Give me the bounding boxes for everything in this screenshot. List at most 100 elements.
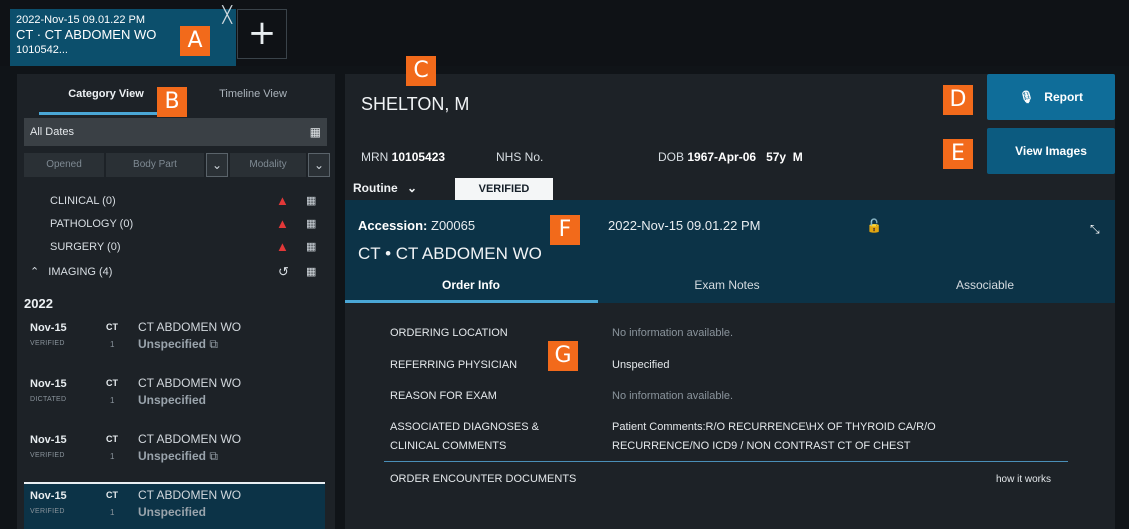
info-label-ordering-location: ORDERING LOCATION (390, 327, 508, 339)
category-label: PATHOLOGY (0) (50, 218, 134, 230)
date-filter-label: All Dates (30, 126, 75, 138)
year-heading: 2022 (24, 296, 53, 311)
report-button-label: Report (1044, 90, 1083, 104)
accession: Accession: Z00065 (358, 218, 476, 233)
calendar-icon[interactable]: ▦ (306, 237, 316, 257)
tab-associable[interactable]: Associable (885, 278, 1085, 292)
date-filter-select[interactable]: All Dates ▦ (24, 118, 327, 146)
filter-row: Opened Body Part ⌄ Modality ⌄ (24, 153, 330, 177)
calendar-icon[interactable]: ▦ (310, 118, 321, 146)
report-button[interactable]: 🎙 Report (987, 74, 1115, 120)
exam-description: CT ABDOMEN WO (138, 376, 242, 390)
priority-select[interactable]: Routine ⌄ (345, 177, 455, 199)
close-icon[interactable]: ╳ (222, 8, 232, 24)
exam-description: CT ABDOMEN WO (138, 432, 242, 446)
info-value-referring-physician: Unspecified (612, 359, 670, 371)
exam-modality: CT (106, 322, 118, 332)
category-label: CLINICAL (0) (50, 195, 116, 207)
calendar-icon[interactable]: ▦ (306, 191, 316, 211)
exam-date: Nov-15 (30, 434, 67, 446)
exam-status: DICTATED (30, 396, 67, 403)
exam-modality: CT (106, 378, 118, 388)
link-icon: ⧉ (209, 337, 218, 351)
exam-date: Nov-15 (30, 490, 67, 502)
category-label: IMAGING (4) (48, 266, 113, 278)
warning-icon: ▲ (276, 216, 289, 231)
divider (384, 461, 1068, 462)
exam-list-item-selected[interactable]: Nov-15 VERIFIED CT 1 CT ABDOMEN WO Unspe… (24, 482, 325, 529)
chevron-down-icon: ⌄ (407, 181, 418, 195)
exam-status: VERIFIED (30, 452, 65, 459)
exam-count: 1 (110, 340, 115, 349)
exam-body-part: Unspecified (138, 505, 207, 519)
exam-description: CT ABDOMEN WO (138, 488, 242, 502)
info-value-ordering-location: No information available. (612, 327, 734, 339)
order-datetime: 2022-Nov-15 09.01.22 PM (608, 218, 761, 233)
exam-tab-timestamp: 2022-Nov-15 09.01.22 PM (16, 14, 146, 26)
exam-description: CT ABDOMEN WO (138, 320, 242, 334)
calendar-icon[interactable]: ▦ (306, 214, 316, 234)
filter-modality[interactable]: Modality (230, 153, 306, 177)
exam-body-part: Unspecified ⧉ (138, 337, 218, 351)
info-label-diagnoses: ASSOCIATED DIAGNOSES & (390, 421, 539, 433)
exam-list-item[interactable]: Nov-15 VERIFIED CT 1 CT ABDOMEN WO Unspe… (24, 428, 325, 480)
link-icon: ⧉ (209, 449, 218, 463)
category-pathology[interactable]: PATHOLOGY (0) ▲ ▦ (50, 214, 320, 234)
chevron-down-icon[interactable]: ⌄ (206, 153, 228, 177)
exam-count: 1 (110, 508, 115, 517)
tab-order-info[interactable]: Order Info (371, 278, 571, 292)
add-tab-icon[interactable]: + (237, 9, 287, 59)
marker-b: B (157, 87, 187, 117)
patient-dob: DOB 1967-Apr-06 57y M (658, 150, 803, 164)
tab-active-indicator (345, 300, 598, 303)
status-badge: VERIFIED (455, 178, 553, 200)
info-label-referring-physician: REFERRING PHYSICIAN (390, 359, 518, 371)
marker-d: D (943, 85, 973, 115)
tab-exam-notes[interactable]: Exam Notes (627, 278, 827, 292)
filter-opened[interactable]: Opened (24, 153, 104, 177)
how-it-works-link[interactable]: how it works (996, 474, 1051, 485)
marker-a: A (180, 26, 210, 56)
exam-list-item[interactable]: Nov-15 VERIFIED CT 1 CT ABDOMEN WO Unspe… (24, 316, 325, 368)
category-imaging[interactable]: ⌃ IMAGING (4) ↺ ▦ (30, 262, 320, 282)
tab-category-view[interactable]: Category View (39, 88, 173, 100)
warning-icon: ▲ (276, 193, 289, 208)
tab-timeline-view[interactable]: Timeline View (193, 88, 313, 100)
category-label: SURGERY (0) (50, 241, 121, 253)
patient-mrn: MRN 10105423 (361, 150, 446, 164)
exam-status: VERIFIED (30, 508, 65, 515)
calendar-icon[interactable]: ▦ (306, 262, 316, 282)
exam-body-part: Unspecified (138, 393, 207, 407)
info-label-encounter-docs: ORDER ENCOUNTER DOCUMENTS (390, 473, 577, 485)
marker-g: G (548, 341, 578, 371)
exam-list-item[interactable]: Nov-15 DICTATED CT 1 CT ABDOMEN WO Unspe… (24, 372, 325, 424)
unlock-icon[interactable]: 🔓 (866, 218, 882, 234)
exam-modality: CT (106, 490, 118, 500)
patient-name: SHELTON, M (361, 94, 470, 114)
exam-body-part: Unspecified ⧉ (138, 449, 218, 463)
exam-status: VERIFIED (30, 340, 65, 347)
info-value-diagnoses: Patient Comments:R/O RECURRENCE\HX OF TH… (612, 421, 936, 433)
procedure-title: CT • CT ABDOMEN WO (358, 244, 542, 263)
collapse-icon[interactable]: ⤡ (1090, 222, 1100, 237)
exam-date: Nov-15 (30, 322, 67, 334)
category-surgery[interactable]: SURGERY (0) ▲ ▦ (50, 237, 320, 257)
filter-body-part[interactable]: Body Part (106, 153, 204, 177)
info-value-reason: No information available. (612, 390, 734, 402)
info-label-reason: REASON FOR EXAM (390, 390, 497, 402)
category-clinical[interactable]: CLINICAL (0) ▲ ▦ (50, 191, 320, 211)
info-label-diagnoses-2: CLINICAL COMMENTS (390, 440, 507, 452)
marker-f: F (550, 215, 580, 245)
exam-date: Nov-15 (30, 378, 67, 390)
history-icon[interactable]: ↺ (278, 262, 289, 282)
info-value-diagnoses-2: RECURRENCE/NO ICD9 / NON CONTRAST CT OF … (612, 440, 911, 452)
view-images-button[interactable]: View Images (987, 128, 1115, 174)
chevron-up-icon[interactable]: ⌃ (30, 266, 39, 278)
marker-e: E (943, 139, 973, 169)
marker-c: C (406, 56, 436, 86)
tab-active-indicator (39, 112, 173, 115)
exam-count: 1 (110, 396, 115, 405)
chevron-down-icon[interactable]: ⌄ (308, 153, 330, 177)
exam-count: 1 (110, 452, 115, 461)
microphone-icon: 🎙 (1019, 90, 1035, 104)
